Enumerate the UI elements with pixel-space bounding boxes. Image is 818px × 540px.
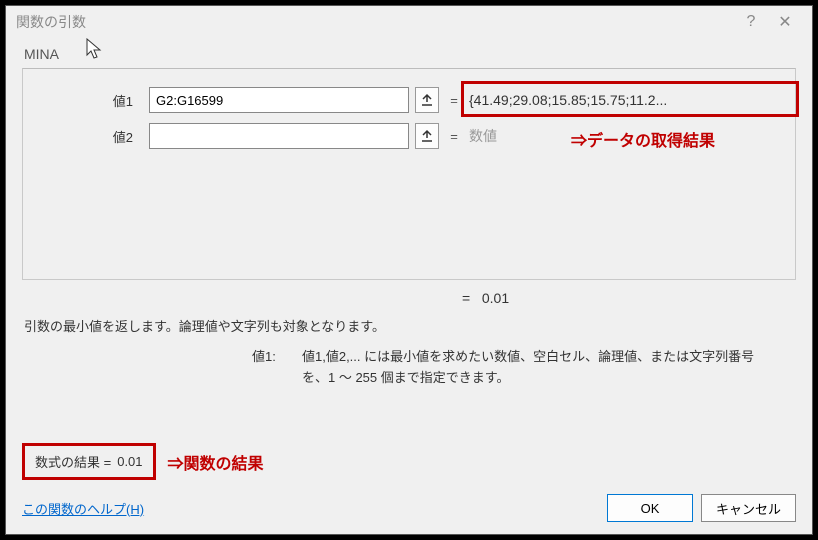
arg-desc-label: 値1:	[252, 347, 302, 389]
collapse-icon	[420, 129, 434, 143]
formula-result-box: 数式の結果 = 0.01	[22, 443, 156, 480]
arg1-ref-button[interactable]	[415, 87, 439, 113]
annotation-text-result: ⇒関数の結果	[168, 450, 264, 474]
arg1-preview: {41.49;29.08;15.85;15.75;11.2...	[469, 92, 785, 108]
bottom-area: 数式の結果 = 0.01 ⇒関数の結果 この関数のヘルプ(H) OK キャンセル	[22, 443, 796, 522]
formula-result-row: 数式の結果 = 0.01 ⇒関数の結果	[22, 443, 796, 480]
titlebar: 関数の引数 ? ✕	[6, 6, 812, 38]
collapse-icon	[420, 93, 434, 107]
mid-val: 0.01	[482, 290, 509, 306]
help-icon[interactable]: ?	[734, 9, 768, 35]
annotation-text-preview: ⇒データの取得結果	[571, 127, 715, 151]
arg1-input[interactable]	[149, 87, 409, 113]
ok-button[interactable]: OK	[607, 494, 693, 522]
arg-desc-text: 値1,値2,... には最小値を求めたい数値、空白セル、論理値、または文字列番号…	[302, 347, 796, 389]
arg2-input[interactable]	[149, 123, 409, 149]
input-panel: 値1 = {41.49;29.08;15.85;15.75;11.2... 値2…	[22, 68, 796, 280]
function-arguments-dialog: 関数の引数 ? ✕ MINA 値1 = {41.49;29.08;15.85;1…	[5, 5, 813, 535]
function-name: MINA	[24, 46, 796, 62]
intermediate-result: = 0.01	[22, 290, 796, 306]
cancel-button[interactable]: キャンセル	[701, 494, 796, 522]
arg2-ref-button[interactable]	[415, 123, 439, 149]
close-icon[interactable]: ✕	[768, 9, 802, 35]
eq-sign: =	[445, 129, 463, 144]
argument-description: 値1: 値1,値2,... には最小値を求めたい数値、空白セル、論理値、または文…	[252, 347, 796, 389]
arg2-label: 値2	[33, 127, 143, 146]
content-area: MINA 値1 = {41.49;29.08;15.85;15.75;11.2.…	[6, 38, 812, 441]
formula-result-value: 0.01	[117, 454, 142, 469]
formula-result-label: 数式の結果 =	[35, 452, 111, 471]
function-description: 引数の最小値を返します。論理値や文字列も対象となります。	[24, 316, 796, 335]
help-link[interactable]: この関数のヘルプ(H)	[22, 499, 599, 518]
eq-sign: =	[445, 93, 463, 108]
arg1-label: 値1	[33, 91, 143, 110]
footer-row: この関数のヘルプ(H) OK キャンセル	[22, 494, 796, 522]
arg-row-1: 値1 = {41.49;29.08;15.85;15.75;11.2...	[33, 87, 785, 113]
dialog-title: 関数の引数	[16, 12, 734, 32]
mid-eq: =	[462, 290, 470, 306]
